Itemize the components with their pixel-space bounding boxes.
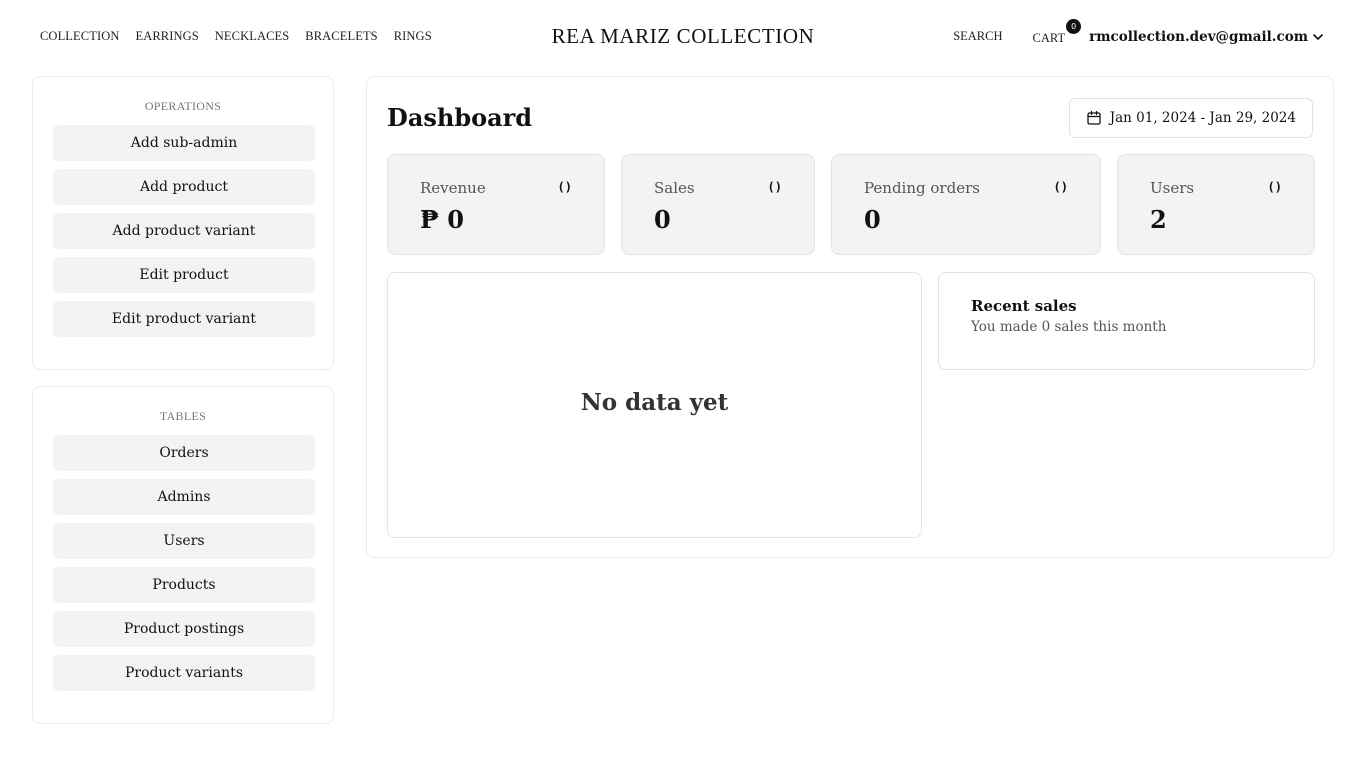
users-icon: () [1267,180,1282,194]
users-stat-card: Users () 2 [1117,154,1315,255]
admins-table-button[interactable]: Admins [53,479,315,515]
chart-empty-message: No data yet [580,389,729,416]
add-product-button[interactable]: Add product [53,169,315,205]
nav-link-rings[interactable]: RINGS [394,29,432,44]
product-postings-table-button[interactable]: Product postings [53,611,315,647]
stat-label: Sales [654,179,695,197]
revenue-value: ₱ 0 [420,205,465,234]
nav-link-earrings[interactable]: EARRINGS [135,29,198,44]
cart-count-badge: 0 [1066,19,1082,34]
nav-link-bracelets[interactable]: BRACELETS [305,29,377,44]
sales-stat-card: Sales () 0 [621,154,815,255]
account-menu-button[interactable]: rmcollection.dev@gmail.com [1089,29,1324,45]
tables-title: TABLES [159,409,207,423]
stat-label: Revenue [420,179,486,197]
revenue-stat-card: Revenue () ₱ 0 [387,154,605,255]
cart-link[interactable]: CART 0 [1032,19,1082,46]
products-table-button[interactable]: Products [53,567,315,603]
recent-sales-subtitle: You made 0 sales this month [971,319,1167,335]
edit-product-button[interactable]: Edit product [53,257,315,293]
account-nav: SEARCH CART 0 rmcollection.dev@gmail.com [953,19,1324,46]
pending-orders-value: 0 [864,205,881,234]
add-product-variant-button[interactable]: Add product variant [53,213,315,249]
top-navigation: COLLECTION EARRINGS NECKLACES BRACELETS … [0,0,1366,74]
chevron-down-icon [1313,33,1323,40]
nav-link-necklaces[interactable]: NECKLACES [215,29,290,44]
users-value: 2 [1150,205,1167,234]
dashboard-panel: Dashboard Jan 01, 2024 - Jan 29, 2024 Re… [366,76,1334,558]
cart-label: CART [1032,31,1066,45]
users-table-button[interactable]: Users [53,523,315,559]
operations-panel: OPERATIONS Add sub-admin Add product Add… [32,76,334,370]
account-email: rmcollection.dev@gmail.com [1089,28,1308,45]
sales-icon: () [767,180,782,194]
category-nav: COLLECTION EARRINGS NECKLACES BRACELETS … [40,29,432,44]
calendar-icon [1087,110,1101,125]
recent-sales-title: Recent sales [971,297,1077,315]
add-sub-admin-button[interactable]: Add sub-admin [53,125,315,161]
date-range-picker[interactable]: Jan 01, 2024 - Jan 29, 2024 [1068,98,1313,138]
orders-table-button[interactable]: Orders [53,435,315,471]
product-variants-table-button[interactable]: Product variants [53,655,315,691]
pending-orders-icon: () [1053,180,1068,194]
nav-link-collection[interactable]: COLLECTION [40,29,119,44]
edit-product-variant-button[interactable]: Edit product variant [53,301,315,337]
revenue-icon: () [557,180,572,194]
stat-label: Pending orders [864,179,980,197]
pending-orders-stat-card: Pending orders () 0 [831,154,1101,255]
sales-chart-card: No data yet [387,272,922,538]
tables-panel: TABLES Orders Admins Users Products Prod… [32,386,334,724]
recent-sales-card: Recent sales You made 0 sales this month [938,272,1315,370]
search-link[interactable]: SEARCH [953,29,1002,44]
operations-title: OPERATIONS [144,99,222,113]
sales-value: 0 [654,205,671,234]
date-range-text: Jan 01, 2024 - Jan 29, 2024 [1109,110,1296,126]
brand-logo-text[interactable]: REA MARIZ COLLECTION [552,24,815,48]
stat-label: Users [1150,179,1195,197]
page-title: Dashboard [387,103,533,132]
